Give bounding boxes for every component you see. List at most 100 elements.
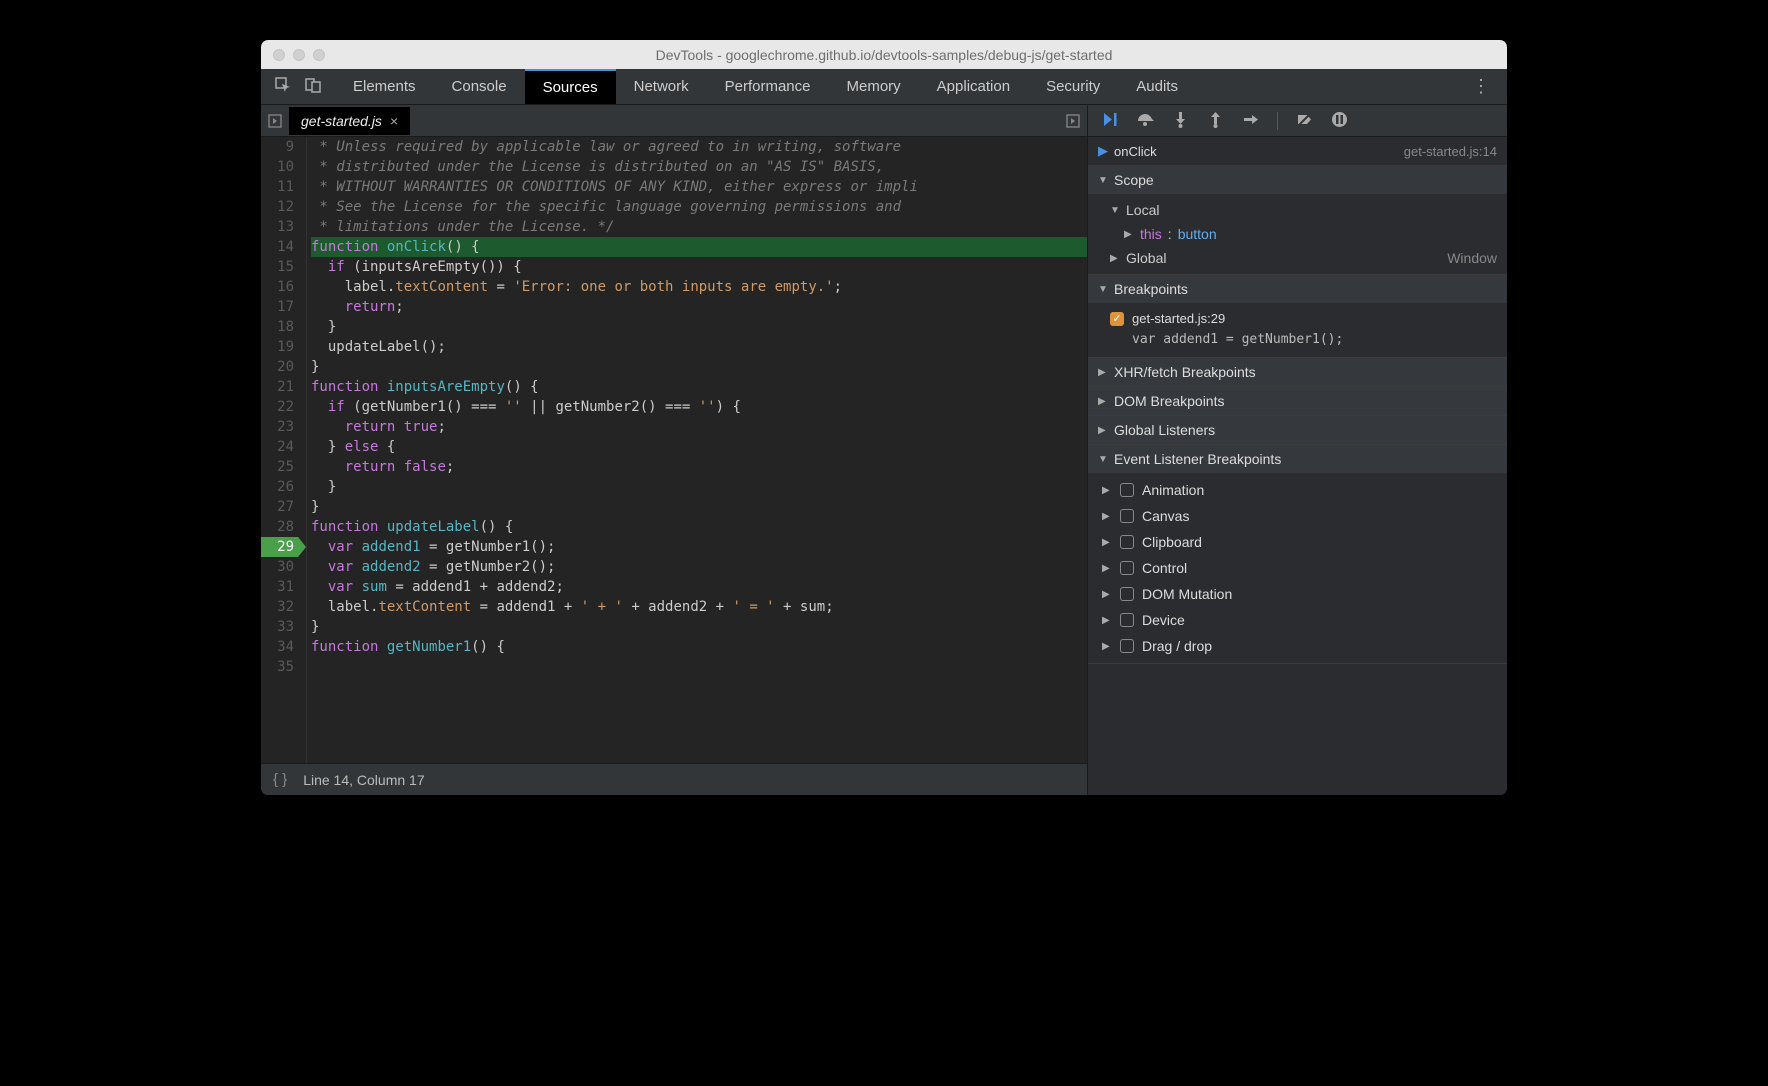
- inspect-icon[interactable]: [275, 77, 291, 96]
- tab-sources[interactable]: Sources: [525, 69, 616, 104]
- deactivate-breakpoints-icon[interactable]: [1296, 111, 1313, 131]
- scope-header[interactable]: ▼Scope: [1088, 166, 1507, 194]
- tab-performance[interactable]: Performance: [707, 69, 829, 104]
- section-header[interactable]: ▶DOM Breakpoints: [1088, 387, 1507, 415]
- code-line: function getNumber1() {: [311, 637, 1087, 657]
- step-over-icon[interactable]: [1137, 111, 1154, 131]
- line-number[interactable]: 23: [261, 417, 298, 437]
- code-line: }: [311, 317, 1087, 337]
- zoom-dot[interactable]: [313, 49, 325, 61]
- event-checkbox[interactable]: [1120, 483, 1134, 497]
- pretty-print-icon[interactable]: { }: [273, 771, 287, 788]
- event-checkbox[interactable]: [1120, 639, 1134, 653]
- event-checkbox[interactable]: [1120, 587, 1134, 601]
- line-number[interactable]: 27: [261, 497, 298, 517]
- line-number[interactable]: 25: [261, 457, 298, 477]
- tab-memory[interactable]: Memory: [829, 69, 919, 104]
- close-dot[interactable]: [273, 49, 285, 61]
- scope-local[interactable]: ▼Local: [1088, 198, 1507, 222]
- line-number[interactable]: 32: [261, 597, 298, 617]
- minimize-dot[interactable]: [293, 49, 305, 61]
- scope-section: ▼Scope ▼Local ▶this: button ▶GlobalWindo…: [1088, 166, 1507, 275]
- line-number[interactable]: 11: [261, 177, 298, 197]
- code-line: var sum = addend1 + addend2;: [311, 577, 1087, 597]
- titlebar: DevTools - googlechrome.github.io/devtoo…: [261, 40, 1507, 69]
- tab-elements[interactable]: Elements: [335, 69, 434, 104]
- code-line: return;: [311, 297, 1087, 317]
- call-frame-arrow-icon: ▶: [1098, 143, 1108, 159]
- more-icon[interactable]: ⋮: [1456, 76, 1507, 97]
- line-number[interactable]: 15: [261, 257, 298, 277]
- show-debugger-icon[interactable]: [1059, 114, 1087, 128]
- line-number[interactable]: 30: [261, 557, 298, 577]
- tab-security[interactable]: Security: [1028, 69, 1118, 104]
- step-into-icon[interactable]: [1172, 111, 1189, 131]
- section-header[interactable]: ▶Global Listeners: [1088, 416, 1507, 444]
- line-number[interactable]: 17: [261, 297, 298, 317]
- step-out-icon[interactable]: [1207, 111, 1224, 131]
- show-navigator-icon[interactable]: [261, 114, 289, 128]
- event-listener-breakpoints-header[interactable]: ▼Event Listener Breakpoints: [1088, 445, 1507, 473]
- status-bar: { } Line 14, Column 17: [261, 763, 1087, 795]
- devtools-window: DevTools - googlechrome.github.io/devtoo…: [261, 40, 1507, 795]
- resume-icon[interactable]: [1102, 111, 1119, 131]
- file-tab-name: get-started.js: [301, 113, 382, 129]
- line-number[interactable]: 34: [261, 637, 298, 657]
- event-category[interactable]: ▶Clipboard: [1088, 529, 1507, 555]
- line-number[interactable]: 33: [261, 617, 298, 637]
- file-tab[interactable]: get-started.js ×: [289, 107, 410, 135]
- code-line: * WITHOUT WARRANTIES OR CONDITIONS OF AN…: [311, 177, 1087, 197]
- pause-exceptions-icon[interactable]: [1331, 111, 1348, 131]
- line-number[interactable]: 29: [261, 537, 298, 557]
- line-number[interactable]: 10: [261, 157, 298, 177]
- line-number[interactable]: 20: [261, 357, 298, 377]
- event-checkbox[interactable]: [1120, 509, 1134, 523]
- breakpoint-item[interactable]: ✓ get-started.js:29: [1088, 307, 1507, 330]
- scope-global[interactable]: ▶GlobalWindow: [1088, 246, 1507, 270]
- code-line: * See the License for the specific langu…: [311, 197, 1087, 217]
- line-number[interactable]: 14: [261, 237, 298, 257]
- event-checkbox[interactable]: [1120, 561, 1134, 575]
- line-number[interactable]: 24: [261, 437, 298, 457]
- event-category[interactable]: ▶Canvas: [1088, 503, 1507, 529]
- editor-pane: get-started.js × 91011121314151617181920…: [261, 105, 1087, 795]
- step-icon[interactable]: [1242, 111, 1259, 131]
- line-number[interactable]: 13: [261, 217, 298, 237]
- event-category[interactable]: ▶Device: [1088, 607, 1507, 633]
- breakpoints-header[interactable]: ▼Breakpoints: [1088, 275, 1507, 303]
- line-number[interactable]: 16: [261, 277, 298, 297]
- line-number[interactable]: 9: [261, 137, 298, 157]
- line-number[interactable]: 28: [261, 517, 298, 537]
- code-line: if (getNumber1() === '' || getNumber2() …: [311, 397, 1087, 417]
- tab-audits[interactable]: Audits: [1118, 69, 1196, 104]
- event-category[interactable]: ▶Control: [1088, 555, 1507, 581]
- call-frame[interactable]: ▶ onClick get-started.js:14: [1088, 137, 1507, 166]
- tab-network[interactable]: Network: [616, 69, 707, 104]
- line-number[interactable]: 26: [261, 477, 298, 497]
- tab-application[interactable]: Application: [919, 69, 1028, 104]
- line-number[interactable]: 12: [261, 197, 298, 217]
- tab-console[interactable]: Console: [434, 69, 525, 104]
- line-number[interactable]: 18: [261, 317, 298, 337]
- code-line: }: [311, 477, 1087, 497]
- event-category[interactable]: ▶Animation: [1088, 477, 1507, 503]
- code-line: * distributed under the License is distr…: [311, 157, 1087, 177]
- code-line: var addend1 = getNumber1();: [311, 537, 1087, 557]
- close-file-icon[interactable]: ×: [390, 113, 398, 129]
- scope-local-this[interactable]: ▶this: button: [1088, 222, 1507, 246]
- code-line: }: [311, 497, 1087, 517]
- event-checkbox[interactable]: [1120, 535, 1134, 549]
- line-number[interactable]: 22: [261, 397, 298, 417]
- line-number[interactable]: 35: [261, 657, 298, 677]
- device-toggle-icon[interactable]: [305, 77, 321, 96]
- line-number[interactable]: 31: [261, 577, 298, 597]
- event-checkbox[interactable]: [1120, 613, 1134, 627]
- section-header[interactable]: ▶XHR/fetch Breakpoints: [1088, 358, 1507, 386]
- line-number[interactable]: 21: [261, 377, 298, 397]
- code-editor[interactable]: 9101112131415161718192021222324252627282…: [261, 137, 1087, 763]
- code-line: updateLabel();: [311, 337, 1087, 357]
- breakpoint-checkbox[interactable]: ✓: [1110, 312, 1124, 326]
- event-category[interactable]: ▶Drag / drop: [1088, 633, 1507, 659]
- event-category[interactable]: ▶DOM Mutation: [1088, 581, 1507, 607]
- line-number[interactable]: 19: [261, 337, 298, 357]
